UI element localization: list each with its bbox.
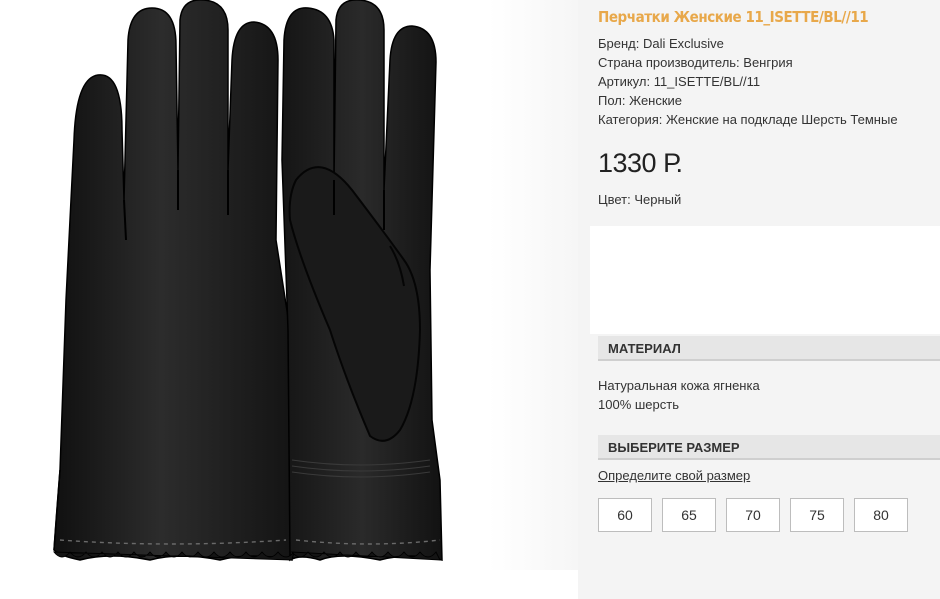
- product-color: Цвет: Черный: [598, 192, 682, 207]
- size-option-70[interactable]: 70: [726, 498, 780, 532]
- left-glove: [53, 0, 293, 561]
- spec-article: Артикул: 11_ISETTE/BL//11: [598, 74, 761, 89]
- product-title: Перчатки Женские 11_ISETTE/BL//11: [598, 8, 869, 26]
- size-option-60[interactable]: 60: [598, 498, 652, 532]
- spec-gender: Пол: Женские: [598, 93, 683, 108]
- product-specs: Бренд: Dali Exclusive Страна производите…: [598, 34, 898, 129]
- material-header: МАТЕРИАЛ: [598, 336, 940, 361]
- empty-content-block: [590, 226, 940, 334]
- size-guide-link[interactable]: Определите свой размер: [598, 468, 750, 483]
- size-options: 60 65 70 75 80: [598, 498, 908, 532]
- product-price: 1330 Р.: [598, 148, 683, 178]
- product-image[interactable]: [0, 0, 578, 599]
- size-option-75[interactable]: 75: [790, 498, 844, 532]
- size-option-80[interactable]: 80: [854, 498, 908, 532]
- material-line-leather: Натуральная кожа ягненка: [598, 378, 760, 393]
- spec-category: Категория: Женские на подкладе Шерсть Те…: [598, 112, 898, 127]
- spec-country: Страна производитель: Венгрия: [598, 55, 793, 70]
- size-header: ВЫБЕРИТЕ РАЗМЕР: [598, 435, 940, 460]
- material-line-wool: 100% шерсть: [598, 397, 679, 412]
- spec-brand: Бренд: Dali Exclusive: [598, 36, 724, 51]
- size-option-65[interactable]: 65: [662, 498, 716, 532]
- material-description: Натуральная кожа ягненка 100% шерсть: [598, 376, 760, 414]
- product-info-panel: Перчатки Женские 11_ISETTE/BL//11 Бренд:…: [578, 0, 940, 599]
- gloves-photo: [52, 0, 443, 562]
